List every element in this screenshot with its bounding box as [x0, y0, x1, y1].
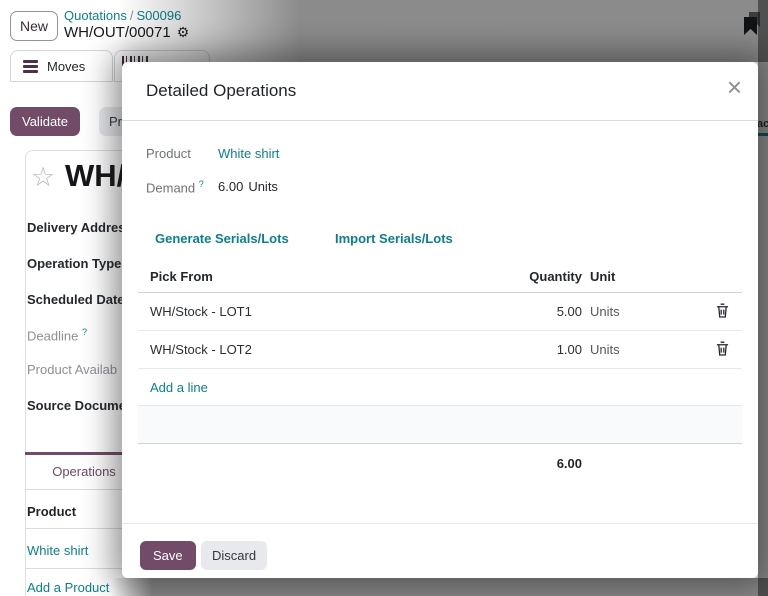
total-row: 6.00 [138, 444, 742, 471]
trash-icon [716, 303, 728, 318]
clipped-status-underline [757, 133, 768, 136]
field-label-deadline: Deadline ? [27, 327, 87, 344]
detailed-operations-dialog: Detailed Operations × Product White shir… [122, 62, 758, 578]
field-label-source-document: Source Docume [27, 398, 126, 413]
help-icon: ? [81, 327, 87, 337]
divider [122, 120, 758, 121]
table-header-row: Pick From Quantity Unit [138, 260, 742, 293]
bookmark-icon[interactable] [744, 17, 757, 35]
pick-from-cell[interactable]: WH/Stock - LOT2 [138, 342, 510, 357]
pick-from-cell[interactable]: WH/Stock - LOT1 [138, 304, 510, 319]
breadcrumb-quotations[interactable]: Quotations [64, 8, 127, 23]
moves-smart-button[interactable]: Moves [10, 50, 113, 82]
trash-icon [716, 341, 728, 356]
add-a-product-link[interactable]: Add a Product [27, 580, 109, 595]
unit-cell: Units [590, 304, 620, 319]
background-product-link[interactable]: White shirt [27, 543, 88, 558]
dialog-title: Detailed Operations [146, 81, 297, 100]
product-value-link[interactable]: White shirt [218, 146, 279, 161]
background-product-column-header: Product [27, 504, 77, 519]
record-heading: WH/ [65, 158, 126, 193]
demand-label: Demand ? [146, 179, 204, 196]
list-icon [23, 59, 38, 73]
field-label-operation-type: Operation Type [27, 256, 122, 271]
unit-cell: Units [590, 342, 620, 357]
quantity-total: 6.00 [556, 456, 582, 471]
breadcrumb-order[interactable]: S00096 [137, 8, 182, 23]
delete-row-button[interactable] [714, 339, 731, 361]
moves-label: Moves [47, 58, 86, 74]
quantity-header[interactable]: Quantity [510, 269, 582, 284]
generate-serials-link[interactable]: Generate Serials/Lots [155, 231, 289, 246]
record-name-line: WH/OUT/00071 ⚙ [64, 24, 189, 41]
quantity-cell[interactable]: 1.00 [510, 342, 582, 357]
breadcrumb: Quotations / S00096 [64, 8, 181, 23]
unit-header[interactable]: Unit [582, 269, 702, 284]
field-label-delivery-address: Delivery Addres [27, 220, 126, 235]
pick-from-header[interactable]: Pick From [138, 269, 510, 284]
add-a-line-row: Add a line [138, 369, 742, 406]
pick-from-table: Pick From Quantity Unit WH/Stock - LOT1 … [138, 260, 742, 471]
product-label: Product [146, 146, 191, 161]
close-icon[interactable]: × [727, 72, 742, 103]
table-row[interactable]: WH/Stock - LOT1 5.00 Units [138, 293, 742, 331]
favorite-star-icon[interactable]: ☆ [31, 162, 55, 193]
breadcrumb-separator: / [129, 8, 134, 23]
import-serials-link[interactable]: Import Serials/Lots [335, 231, 453, 246]
modal-backdrop-right [758, 0, 768, 596]
help-icon: ? [198, 179, 204, 189]
add-a-line-link[interactable]: Add a line [138, 380, 742, 395]
field-label-scheduled-date: Scheduled Date [27, 292, 125, 307]
delete-row-button[interactable] [714, 301, 731, 323]
empty-row[interactable] [138, 406, 742, 444]
quantity-cell[interactable]: 5.00 [510, 304, 582, 319]
validate-button[interactable]: Validate [10, 107, 81, 136]
gear-icon[interactable]: ⚙ [177, 24, 190, 40]
record-name: WH/OUT/00071 [64, 24, 171, 41]
app-window: New Quotations / S00096 WH/OUT/00071 ⚙ Move… [0, 0, 768, 596]
table-row[interactable]: WH/Stock - LOT2 1.00 Units [138, 331, 742, 369]
demand-value: 6.00 Units [218, 179, 278, 194]
field-label-product-availability: Product Availab [27, 362, 118, 377]
dialog-footer: Save Discard [122, 523, 758, 578]
discard-button[interactable]: Discard [201, 541, 268, 570]
clipped-status-text: ac [757, 118, 768, 130]
new-button[interactable]: New [10, 11, 58, 41]
save-button[interactable]: Save [140, 541, 196, 570]
